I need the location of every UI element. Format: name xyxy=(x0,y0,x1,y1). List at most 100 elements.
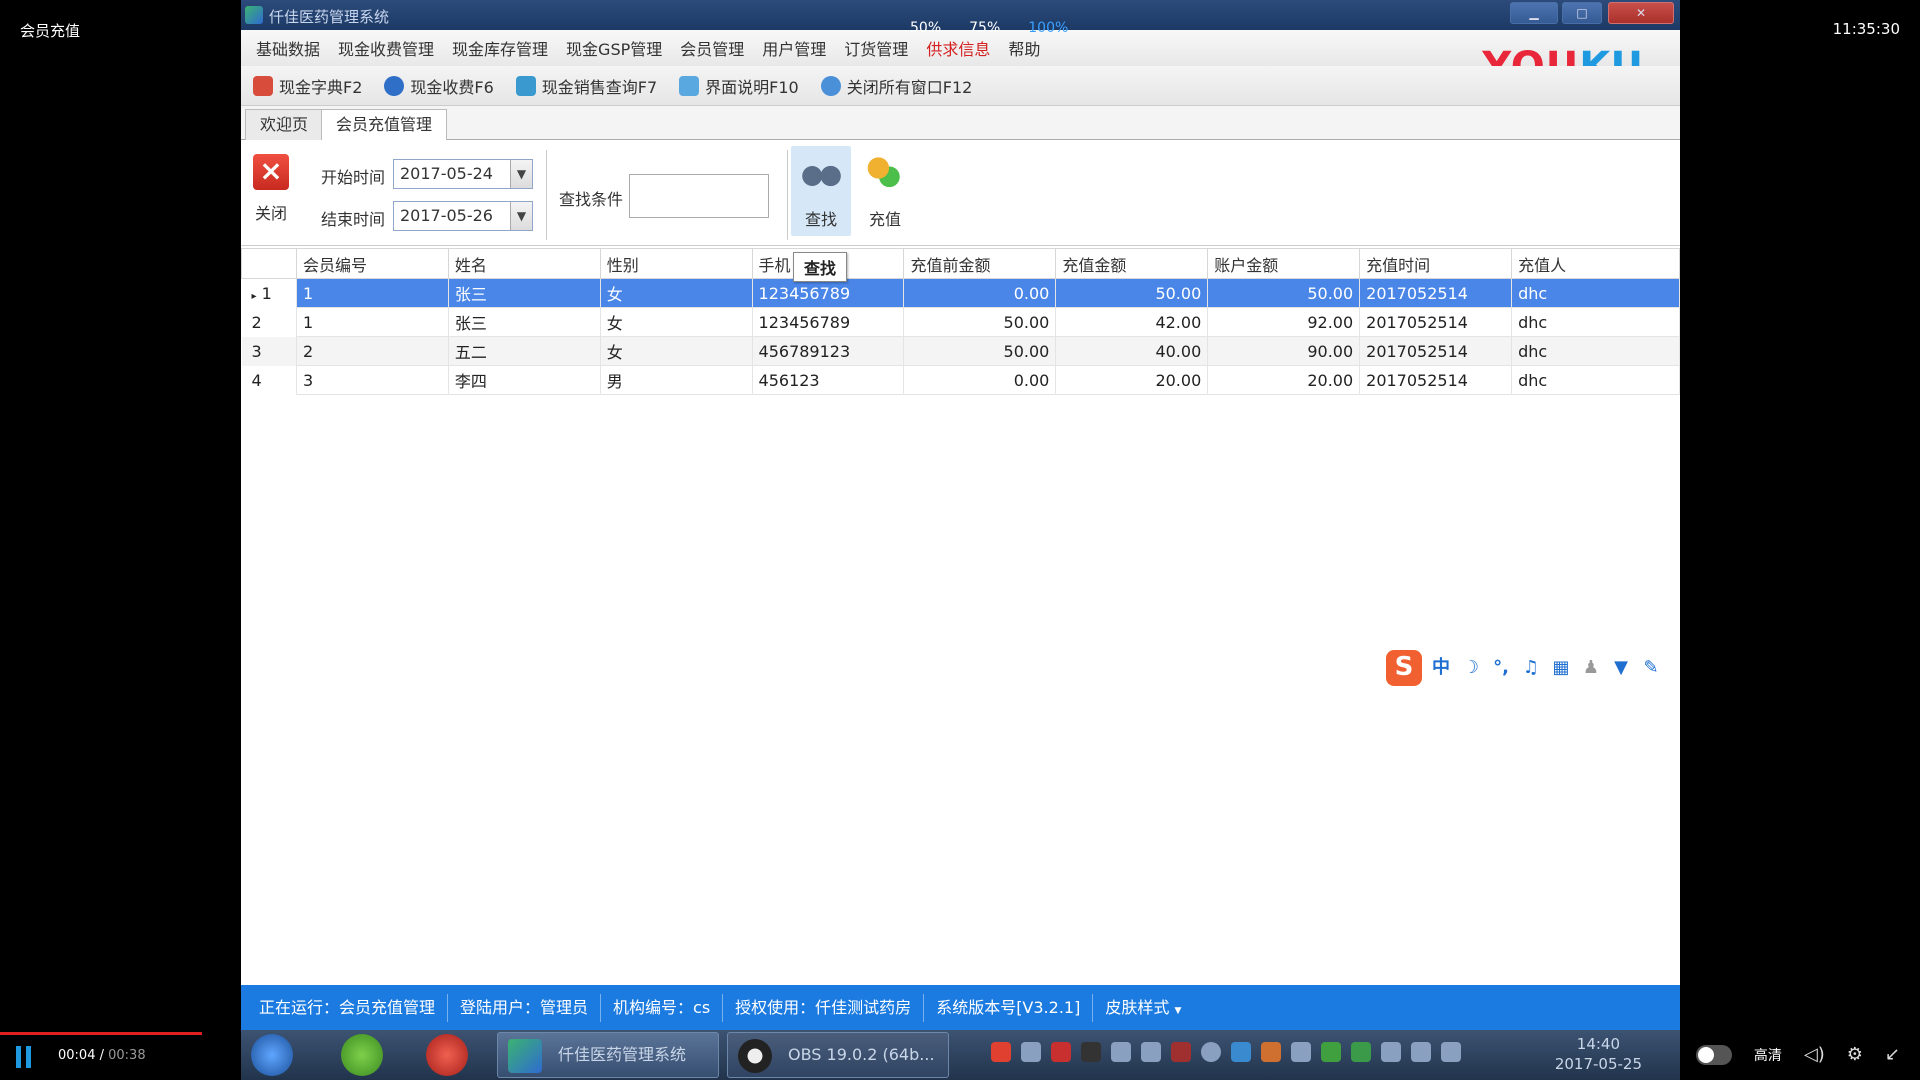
cell-recharge-amount[interactable]: 20.00 xyxy=(1055,365,1209,395)
cell-name[interactable]: 张三 xyxy=(447,278,601,308)
column-header[interactable]: 性别 xyxy=(599,248,753,279)
cell-gender[interactable]: 女 xyxy=(599,336,753,366)
taskbar-obs[interactable]: OBS 19.0.2 (64b... xyxy=(727,1032,949,1078)
globe-icon[interactable] xyxy=(1201,1042,1221,1062)
zoom-100[interactable]: 100% xyxy=(1028,20,1068,36)
network-icon[interactable] xyxy=(1291,1042,1311,1062)
table-row[interactable]: 2 1 张三 女 123456789 50.00 42.00 92.00 201… xyxy=(241,307,1680,337)
cell-operator[interactable]: dhc xyxy=(1511,278,1680,308)
quality-button[interactable]: 高清 xyxy=(1754,1045,1782,1065)
tray-icon[interactable] xyxy=(1021,1042,1041,1062)
cell-before-amount[interactable]: 50.00 xyxy=(903,307,1057,337)
printer-icon[interactable] xyxy=(1141,1042,1161,1062)
cell-phone[interactable]: 123456789 xyxy=(751,307,905,337)
cell-account-amount[interactable]: 90.00 xyxy=(1207,336,1361,366)
toolbar-close-all[interactable]: 关闭所有窗口F12 xyxy=(820,74,972,98)
chevron-down-icon[interactable]: ▼ xyxy=(510,160,532,188)
column-header[interactable]: 充值人 xyxy=(1511,248,1680,279)
cell-recharge-amount[interactable]: 40.00 xyxy=(1055,336,1209,366)
cell-phone[interactable]: 123456789 xyxy=(751,278,905,308)
menu-cash-stock[interactable]: 现金库存管理 xyxy=(443,36,557,60)
minimize-button[interactable]: ▁ xyxy=(1510,2,1558,24)
cell-before-amount[interactable]: 0.00 xyxy=(903,278,1057,308)
cell-recharge-time[interactable]: 2017052514 xyxy=(1359,365,1513,395)
cell-member-id[interactable]: 2 xyxy=(295,336,449,366)
cell-before-amount[interactable]: 0.00 xyxy=(903,365,1057,395)
cell-phone[interactable]: 456123 xyxy=(751,365,905,395)
start-button[interactable] xyxy=(251,1034,293,1076)
security-icon[interactable] xyxy=(1351,1042,1371,1062)
tray-icon[interactable] xyxy=(1231,1042,1251,1062)
toolbar-sales-query[interactable]: 现金销售查询F7 xyxy=(515,74,657,98)
cell-operator[interactable]: dhc xyxy=(1511,307,1680,337)
recharge-button[interactable]: 充值 xyxy=(855,146,915,236)
cell-recharge-time[interactable]: 2017052514 xyxy=(1359,336,1513,366)
menu-order[interactable]: 订货管理 xyxy=(835,36,917,60)
skin-style-dropdown[interactable]: 皮肤样式 ▼ xyxy=(1093,994,1193,1022)
menu-cash-fee[interactable]: 现金收费管理 xyxy=(329,36,443,60)
cell-recharge-amount[interactable]: 42.00 xyxy=(1055,307,1209,337)
taskbar-clock[interactable]: 14:40 2017-05-25 xyxy=(1555,1034,1642,1074)
volume-icon[interactable]: ◁) xyxy=(1804,1044,1825,1065)
media-taskbar-icon[interactable] xyxy=(426,1034,468,1076)
toolbar-cash-dictionary[interactable]: 现金字典F2 xyxy=(253,74,362,98)
wrench-icon[interactable]: ✎ xyxy=(1640,657,1662,679)
cell-recharge-time[interactable]: 2017052514 xyxy=(1359,278,1513,308)
cell-account-amount[interactable]: 50.00 xyxy=(1207,278,1361,308)
column-header[interactable]: 充值时间 xyxy=(1359,248,1513,279)
tray-icon[interactable] xyxy=(1321,1042,1341,1062)
menu-supply-demand[interactable]: 供求信息 xyxy=(917,36,999,60)
cell-member-id[interactable]: 3 xyxy=(295,365,449,395)
tab-member-recharge[interactable]: 会员充值管理 xyxy=(321,109,448,142)
search-input[interactable] xyxy=(629,174,769,218)
arrow-icon[interactable] xyxy=(1381,1042,1401,1062)
cell-member-id[interactable]: 1 xyxy=(295,307,449,337)
exit-fullscreen-icon[interactable]: ↙ xyxy=(1885,1044,1900,1065)
user-icon[interactable] xyxy=(1261,1042,1281,1062)
cell-account-amount[interactable]: 92.00 xyxy=(1207,307,1361,337)
cell-before-amount[interactable]: 50.00 xyxy=(903,336,1057,366)
pause-button[interactable] xyxy=(16,1046,34,1068)
start-date-picker[interactable]: 2017-05-24 ▼ xyxy=(393,159,533,189)
column-header[interactable]: 充值金额 xyxy=(1055,248,1209,279)
cell-recharge-amount[interactable]: 50.00 xyxy=(1055,278,1209,308)
cell-gender[interactable]: 男 xyxy=(599,365,753,395)
volume-icon[interactable] xyxy=(1411,1042,1431,1062)
punctuation-icon[interactable]: °, xyxy=(1490,657,1512,679)
keyboard-icon[interactable]: ▦ xyxy=(1550,657,1572,679)
column-header[interactable]: 充值前金额 xyxy=(903,248,1057,279)
chevron-down-icon[interactable]: ▼ xyxy=(510,202,532,230)
cell-phone[interactable]: 456789123 xyxy=(751,336,905,366)
end-date-picker[interactable]: 2017-05-26 ▼ xyxy=(393,201,533,231)
cell-name[interactable]: 五二 xyxy=(447,336,601,366)
column-header[interactable]: 账户金额 xyxy=(1207,248,1361,279)
column-header[interactable]: 会员编号 xyxy=(295,248,449,279)
close-button[interactable]: × 关闭 xyxy=(251,154,291,224)
cell-gender[interactable]: 女 xyxy=(599,307,753,337)
tray-icon[interactable] xyxy=(1051,1042,1071,1062)
table-row[interactable]: 3 2 五二 女 456789123 50.00 40.00 90.00 201… xyxy=(241,336,1680,366)
tray-icon[interactable] xyxy=(991,1042,1011,1062)
menu-member[interactable]: 会员管理 xyxy=(671,36,753,60)
moon-icon[interactable]: ☽ xyxy=(1460,657,1482,679)
cell-operator[interactable]: dhc xyxy=(1511,365,1680,395)
column-header[interactable]: 姓名 xyxy=(447,248,601,279)
cell-name[interactable]: 张三 xyxy=(447,307,601,337)
danmaku-toggle[interactable] xyxy=(1695,1044,1732,1065)
chinese-mode-icon[interactable]: 中 xyxy=(1430,657,1452,679)
toolbar-cash-fee[interactable]: 现金收费F6 xyxy=(384,74,494,98)
tray-icon[interactable] xyxy=(1081,1042,1101,1062)
close-window-button[interactable]: ✕ xyxy=(1608,2,1674,24)
microphone-icon[interactable]: ♫ xyxy=(1520,657,1542,679)
menu-user[interactable]: 用户管理 xyxy=(753,36,835,60)
zoom-50[interactable]: 50% xyxy=(910,20,941,36)
cell-gender[interactable]: 女 xyxy=(599,278,753,308)
taskbar-pharma-app[interactable]: 仟佳医药管理系统 xyxy=(497,1032,719,1078)
user-icon[interactable]: ♟ xyxy=(1580,657,1602,679)
cell-member-id[interactable]: 1 xyxy=(295,278,449,308)
menu-help[interactable]: 帮助 xyxy=(999,36,1049,60)
table-row[interactable]: ▸ 1 1 张三 女 123456789 0.00 50.00 50.00 20… xyxy=(241,278,1680,308)
shirt-icon[interactable]: ▼ xyxy=(1610,657,1632,679)
sogou-ime-icon[interactable]: S xyxy=(1386,650,1422,686)
settings-icon[interactable]: ⚙ xyxy=(1847,1044,1863,1065)
